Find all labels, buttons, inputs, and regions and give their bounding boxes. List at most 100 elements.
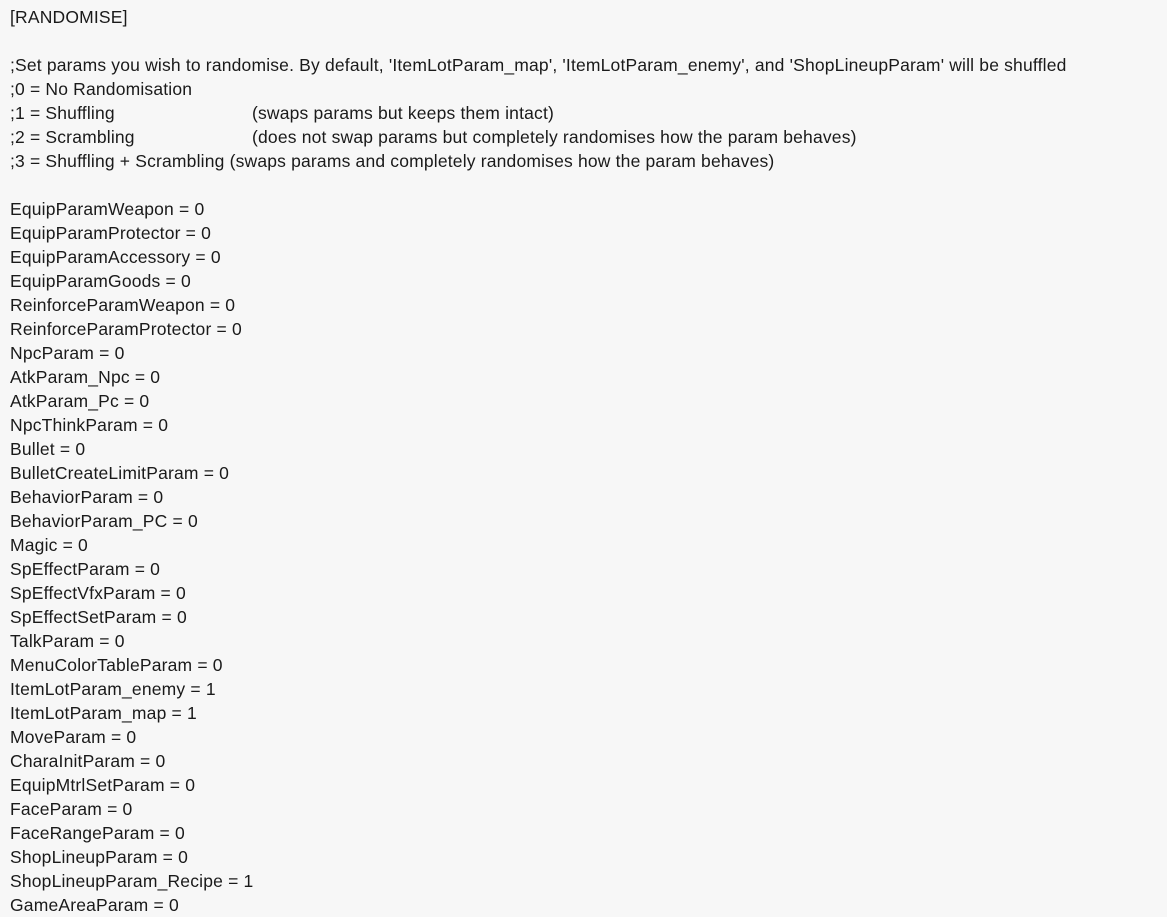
param-separator: = — [118, 391, 140, 411]
param-key: SpEffectParam — [10, 559, 130, 579]
param-value[interactable]: 0 — [188, 511, 198, 531]
param-key: BulletCreateLimitParam — [10, 463, 199, 483]
text-document[interactable]: [RANDOMISE] ;Set params you wish to rand… — [0, 0, 1167, 915]
param-key: FaceParam — [10, 799, 103, 819]
param-value[interactable]: 0 — [185, 775, 195, 795]
param-value[interactable]: 0 — [213, 655, 223, 675]
param-key: FaceRangeParam — [10, 823, 155, 843]
param-separator: = — [223, 871, 244, 891]
param-value[interactable]: 0 — [158, 415, 168, 435]
param-line[interactable]: SpEffectSetParam = 0 — [10, 605, 1167, 629]
param-separator: = — [166, 703, 187, 723]
param-key: ItemLotParam_enemy — [10, 679, 186, 699]
param-value[interactable]: 0 — [115, 631, 125, 651]
param-value[interactable]: 0 — [115, 343, 125, 363]
param-separator: = — [156, 607, 177, 627]
param-line[interactable]: EquipMtrlSetParam = 0 — [10, 773, 1167, 797]
param-line[interactable]: BulletCreateLimitParam = 0 — [10, 461, 1167, 485]
param-value[interactable]: 0 — [169, 895, 179, 915]
param-key: MoveParam — [10, 727, 106, 747]
param-separator: = — [204, 295, 226, 315]
param-key: ShopLineupParam — [10, 847, 158, 867]
comment-label: ;Set params you wish to randomise. By de… — [10, 55, 1067, 75]
param-line[interactable]: FaceRangeParam = 0 — [10, 821, 1167, 845]
param-line[interactable]: CharaInitParam = 0 — [10, 749, 1167, 773]
param-separator: = — [173, 199, 195, 219]
param-value[interactable]: 0 — [232, 319, 242, 339]
param-line[interactable]: AtkParam_Npc = 0 — [10, 365, 1167, 389]
param-value[interactable]: 0 — [175, 823, 185, 843]
param-line[interactable]: MenuColorTableParam = 0 — [10, 653, 1167, 677]
param-separator: = — [167, 511, 188, 531]
param-value[interactable]: 1 — [244, 871, 254, 891]
param-key: ReinforceParamProtector — [10, 319, 212, 339]
param-value[interactable]: 0 — [225, 295, 235, 315]
param-value[interactable]: 0 — [75, 439, 85, 459]
param-key: GameAreaParam — [10, 895, 149, 915]
param-line[interactable]: Magic = 0 — [10, 533, 1167, 557]
param-line[interactable]: ReinforceParamWeapon = 0 — [10, 293, 1167, 317]
param-value[interactable]: 1 — [206, 679, 216, 699]
param-separator: = — [185, 679, 206, 699]
param-value[interactable]: 0 — [150, 559, 160, 579]
param-line[interactable]: BehaviorParam_PC = 0 — [10, 509, 1167, 533]
param-value[interactable]: 0 — [181, 271, 191, 291]
param-key: NpcThinkParam — [10, 415, 138, 435]
param-line[interactable]: EquipParamWeapon = 0 — [10, 197, 1167, 221]
param-value[interactable]: 0 — [194, 199, 204, 219]
param-value[interactable]: 0 — [126, 727, 136, 747]
comment-label: ;2 = Scrambling — [10, 127, 135, 147]
param-line[interactable]: TalkParam = 0 — [10, 629, 1167, 653]
param-line[interactable]: EquipParamProtector = 0 — [10, 221, 1167, 245]
param-line[interactable]: BehaviorParam = 0 — [10, 485, 1167, 509]
param-key: AtkParam_Pc — [10, 391, 119, 411]
param-value[interactable]: 0 — [211, 247, 221, 267]
param-key: EquipParamProtector — [10, 223, 181, 243]
param-line[interactable]: MoveParam = 0 — [10, 725, 1167, 749]
param-value[interactable]: 0 — [178, 847, 188, 867]
param-value[interactable]: 0 — [177, 607, 187, 627]
param-line[interactable]: FaceParam = 0 — [10, 797, 1167, 821]
param-value[interactable]: 0 — [139, 391, 149, 411]
param-key: AtkParam_Npc — [10, 367, 130, 387]
param-value[interactable]: 0 — [156, 751, 166, 771]
param-separator: = — [160, 271, 181, 291]
param-line[interactable]: ReinforceParamProtector = 0 — [10, 317, 1167, 341]
param-value[interactable]: 0 — [219, 463, 229, 483]
param-value[interactable]: 0 — [176, 583, 186, 603]
comment-line: ;0 = No Randomisation — [10, 77, 1167, 101]
comment-line: ;3 = Shuffling + Scrambling (swaps param… — [10, 149, 1167, 173]
param-value[interactable]: 0 — [78, 535, 88, 555]
param-separator: = — [155, 583, 176, 603]
param-line[interactable]: EquipParamGoods = 0 — [10, 269, 1167, 293]
param-separator: = — [129, 367, 151, 387]
param-line[interactable]: ItemLotParam_enemy = 1 — [10, 677, 1167, 701]
param-value[interactable]: 1 — [187, 703, 197, 723]
param-separator: = — [148, 895, 169, 915]
param-line[interactable]: EquipParamAccessory = 0 — [10, 245, 1167, 269]
param-line[interactable]: AtkParam_Pc = 0 — [10, 389, 1167, 413]
param-line[interactable]: ShopLineupParam = 0 — [10, 845, 1167, 869]
param-key: CharaInitParam — [10, 751, 136, 771]
param-value[interactable]: 0 — [153, 487, 163, 507]
param-line[interactable]: SpEffectVfxParam = 0 — [10, 581, 1167, 605]
param-separator: = — [211, 319, 232, 339]
param-value[interactable]: 0 — [123, 799, 133, 819]
param-key: BehaviorParam_PC — [10, 511, 168, 531]
param-line[interactable]: GameAreaParam = 0 — [10, 893, 1167, 917]
param-key: EquipParamAccessory — [10, 247, 191, 267]
param-line[interactable]: SpEffectParam = 0 — [10, 557, 1167, 581]
param-value[interactable]: 0 — [201, 223, 211, 243]
param-separator: = — [102, 799, 123, 819]
param-separator: = — [154, 823, 175, 843]
param-line[interactable]: ShopLineupParam_Recipe = 1 — [10, 869, 1167, 893]
param-key: ReinforceParamWeapon — [10, 295, 205, 315]
param-line[interactable]: ItemLotParam_map = 1 — [10, 701, 1167, 725]
param-line[interactable]: NpcThinkParam = 0 — [10, 413, 1167, 437]
param-key: EquipMtrlSetParam — [10, 775, 165, 795]
param-value[interactable]: 0 — [150, 367, 160, 387]
param-line[interactable]: Bullet = 0 — [10, 437, 1167, 461]
param-line[interactable]: NpcParam = 0 — [10, 341, 1167, 365]
